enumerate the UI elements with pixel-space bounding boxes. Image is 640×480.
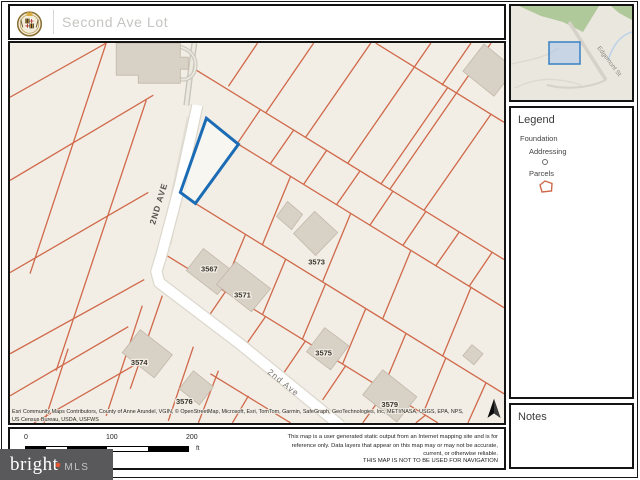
legend-group-foundation: Foundation (520, 134, 625, 143)
notes-panel: Notes (509, 403, 634, 469)
inset-canvas: Edgemont St (511, 6, 632, 100)
bright-wordmark: bright (10, 454, 58, 476)
attribution-line-2: US Census Bureau, USDA, USFWS (12, 417, 99, 423)
notes-title: Notes (518, 411, 625, 423)
parcel-label: 3576 (176, 397, 193, 406)
parcel-label: 3575 (315, 349, 332, 358)
maryland-seal-icon (15, 8, 44, 37)
map-panel: 2ND AVE 2nd Ave 3567 3571 3573 3574 3575… (8, 41, 506, 425)
address-point-icon (542, 159, 548, 165)
header-bar: Second Ave Lot (8, 4, 506, 40)
logo-spark-icon (56, 462, 61, 467)
parcel-label: 3579 (381, 400, 398, 409)
scale-tick-0: 0 (24, 434, 28, 441)
legend-title: Legend (518, 114, 625, 126)
navigation-warning: THIS MAP IS NOT TO BE USED FOR NAVIGATIO… (363, 458, 498, 464)
legend-panel: Legend Foundation Addressing Parcels (509, 106, 634, 399)
parcel-symbol-icon (538, 180, 556, 194)
map-disclaimer: This map is a user generated static outp… (273, 433, 498, 459)
overview-inset-map: Edgemont St (509, 4, 634, 102)
parcel-label: 3574 (131, 358, 149, 367)
parcel-label: 3571 (234, 291, 251, 300)
legend-item-parcels: Parcels (529, 169, 625, 178)
parcel-label: 3573 (308, 258, 325, 267)
attribution-line-1: Esri Community Maps Contributors, County… (12, 408, 464, 415)
bright-mls-logo: bright MLS (0, 449, 113, 480)
page-title: Second Ave Lot (62, 14, 168, 30)
legend-item-addressing: Addressing (529, 147, 625, 156)
scale-unit: ft (196, 445, 200, 452)
scale-tick-200: 200 (186, 434, 198, 441)
mls-wordmark: MLS (64, 462, 89, 473)
map-background (10, 43, 504, 423)
scale-tick-100: 100 (106, 434, 118, 441)
map-canvas: 2ND AVE 2nd Ave 3567 3571 3573 3574 3575… (10, 43, 504, 423)
parcel-label: 3567 (201, 265, 218, 274)
header-divider (53, 10, 54, 34)
inset-extent-box (549, 42, 580, 64)
